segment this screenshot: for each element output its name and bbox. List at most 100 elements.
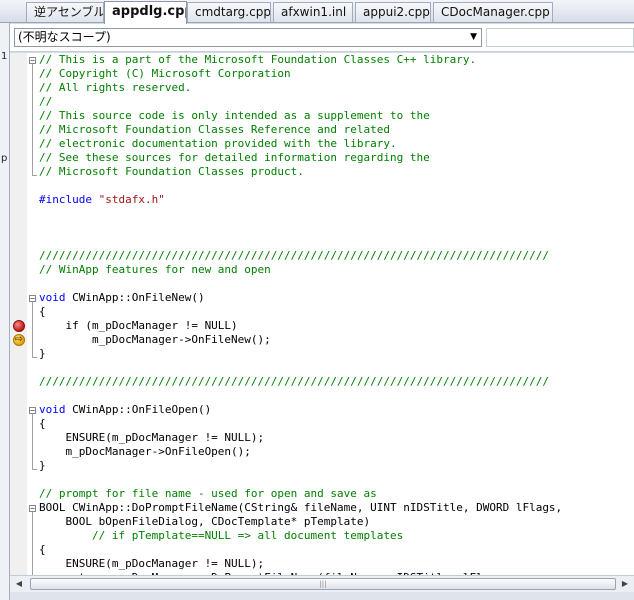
horizontal-scrollbar[interactable]: ◀ ||| ▶ [10, 575, 634, 592]
member-dropdown[interactable] [486, 28, 634, 47]
collapse-icon[interactable]: − [29, 407, 36, 415]
code-token: ENSURE(m_pDocManager != NULL); [39, 431, 265, 444]
code-token: { [39, 305, 46, 318]
code-line[interactable]: ENSURE(m_pDocManager != NULL); [39, 557, 634, 571]
code-token: { [39, 417, 46, 430]
code-token: if (m_pDocManager != NULL) [39, 319, 238, 332]
code-line[interactable]: ////////////////////////////////////////… [39, 249, 634, 263]
code-line[interactable]: ​ [39, 207, 634, 221]
code-token: // prompt for file name - used for open … [39, 487, 377, 500]
tab-disassembly[interactable]: 逆アセンブル [26, 2, 104, 22]
code-line[interactable]: // See these sources for detailed inform… [39, 151, 634, 165]
code-line[interactable]: ////////////////////////////////////////… [39, 375, 634, 389]
status-strip [10, 592, 634, 600]
code-line[interactable]: // This is a part of the Microsoft Found… [39, 53, 634, 67]
breakpoint-icon[interactable] [13, 320, 25, 332]
code-line[interactable]: } [39, 347, 634, 361]
code-line[interactable]: #include "stdafx.h" [39, 193, 634, 207]
tab-cdocmanager-cpp[interactable]: CDocManager.cpp [433, 2, 553, 22]
code-line[interactable]: // prompt for file name - used for open … [39, 487, 634, 501]
code-line[interactable]: // if pTemplate==NULL => all document te… [39, 529, 634, 543]
tab-appui2-cpp[interactable]: appui2.cpp [355, 2, 431, 22]
code-token: #include [39, 193, 92, 206]
code-token: m_pDocManager->OnFileOpen(); [39, 445, 251, 458]
document-tab-bar: 逆アセンブル appdlg.cpp cmdtarg.cpp afxwin1.in… [0, 0, 634, 24]
code-token: // All rights reserved. [39, 81, 192, 94]
code-token: "stdafx.h" [98, 193, 165, 206]
tab-appdlg-cpp[interactable]: appdlg.cpp [104, 1, 187, 24]
navigation-bar: (不明なスコープ) ▼ [10, 24, 634, 52]
code-token: BOOL CWinApp::DoPromptFileName(CString& … [39, 501, 563, 514]
scroll-right-icon[interactable]: ▶ [618, 577, 632, 591]
collapse-icon[interactable]: − [29, 505, 36, 513]
side-panel-edge: 1 p [0, 23, 10, 600]
code-line[interactable]: // Copyright (C) Microsoft Corporation [39, 67, 634, 81]
code-token: void [39, 291, 66, 304]
code-token: // Copyright (C) Microsoft Corporation [39, 67, 291, 80]
fold-guide [32, 64, 33, 176]
code-line[interactable]: // [39, 95, 634, 109]
code-text[interactable]: // This is a part of the Microsoft Found… [39, 53, 634, 575]
code-line[interactable]: // Microsoft Foundation Classes Referenc… [39, 123, 634, 137]
fold-guide [32, 414, 33, 470]
code-line[interactable]: ​ [39, 221, 634, 235]
code-token: // Microsoft Foundation Classes Referenc… [39, 123, 390, 136]
code-line[interactable]: ​ [39, 473, 634, 487]
code-token: // See these sources for detailed inform… [39, 151, 430, 164]
code-line[interactable]: ENSURE(m_pDocManager != NULL); [39, 431, 634, 445]
code-line[interactable]: ​ [39, 179, 634, 193]
code-line[interactable]: // All rights reserved. [39, 81, 634, 95]
chevron-down-icon[interactable]: ▼ [470, 29, 477, 46]
code-line[interactable]: void CWinApp::OnFileOpen() [39, 403, 634, 417]
side-panel-text-2: p [1, 153, 8, 164]
breakpoint-gutter[interactable]: ⇨ [10, 53, 27, 575]
code-line[interactable]: ​ [39, 277, 634, 291]
code-token: ////////////////////////////////////////… [39, 249, 549, 262]
code-editor[interactable]: ⇨ − − − − // This is a part of the Microsof… [10, 53, 634, 575]
code-line[interactable]: // WinApp features for new and open [39, 263, 634, 277]
tab-afxwin1-inl[interactable]: afxwin1.inl [273, 2, 353, 22]
code-token: { [39, 543, 46, 556]
code-line[interactable]: { [39, 305, 634, 319]
code-token: CWinApp::OnFileOpen() [65, 403, 212, 416]
current-statement-icon[interactable]: ⇨ [13, 334, 25, 346]
fold-end-mark [32, 357, 37, 358]
code-line[interactable]: ​ [39, 235, 634, 249]
fold-end-mark [32, 469, 37, 470]
code-token: } [39, 459, 46, 472]
code-line[interactable]: // Microsoft Foundation Classes product. [39, 165, 634, 179]
scope-dropdown[interactable]: (不明なスコープ) ▼ [14, 28, 482, 47]
code-token: // This is a part of the Microsoft Found… [39, 53, 477, 66]
code-token: CWinApp::OnFileNew() [65, 291, 205, 304]
code-token: BOOL bOpenFileDialog, CDocTemplate* pTem… [39, 515, 371, 528]
code-token: void [39, 403, 66, 416]
code-token: // [39, 95, 53, 108]
code-line[interactable]: ​ [39, 389, 634, 403]
code-line[interactable]: BOOL bOpenFileDialog, CDocTemplate* pTem… [39, 515, 634, 529]
tab-cmdtarg-cpp[interactable]: cmdtarg.cpp [187, 2, 271, 22]
code-line[interactable]: if (m_pDocManager != NULL) [39, 319, 634, 333]
code-token: // Microsoft Foundation Classes product. [39, 165, 304, 178]
code-token: ENSURE(m_pDocManager != NULL); [39, 557, 265, 570]
code-line[interactable]: void CWinApp::OnFileNew() [39, 291, 634, 305]
collapse-icon[interactable]: − [29, 295, 36, 303]
outlining-margin: − − − − [27, 53, 39, 575]
code-line[interactable]: // electronic documentation provided wit… [39, 137, 634, 151]
collapse-icon[interactable]: − [29, 57, 36, 65]
code-token: // This source code is only intended as … [39, 109, 430, 122]
side-panel-text-1: 1 [1, 51, 8, 62]
code-line[interactable]: m_pDocManager->OnFileOpen(); [39, 445, 634, 459]
code-token: m_pDocManager->OnFileNew(); [39, 333, 271, 346]
code-line[interactable]: { [39, 543, 634, 557]
code-line[interactable]: BOOL CWinApp::DoPromptFileName(CString& … [39, 501, 634, 515]
code-token: ////////////////////////////////////////… [39, 375, 549, 388]
code-token: // electronic documentation provided wit… [39, 137, 397, 150]
code-line[interactable]: ​ [39, 361, 634, 375]
code-line[interactable]: } [39, 459, 634, 473]
scrollbar-thumb[interactable]: ||| [30, 578, 616, 590]
scroll-left-icon[interactable]: ◀ [12, 577, 26, 591]
code-line[interactable]: // This source code is only intended as … [39, 109, 634, 123]
code-line[interactable]: { [39, 417, 634, 431]
code-line[interactable]: m_pDocManager->OnFileNew(); [39, 333, 634, 347]
